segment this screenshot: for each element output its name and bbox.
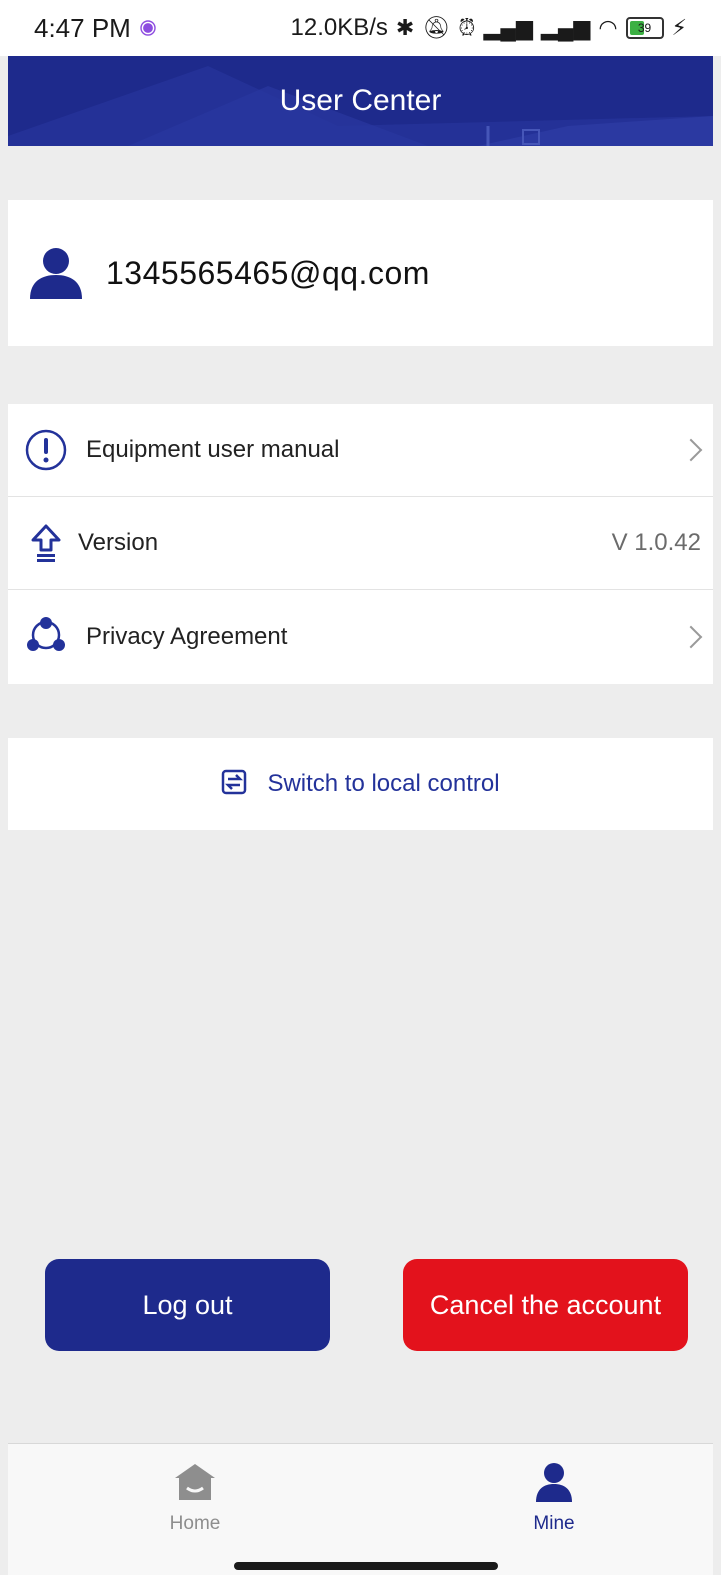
avatar-icon [28,245,84,301]
info-circle-icon [24,428,68,472]
alarm-icon: ⏰︎ [458,15,476,40]
person-icon [534,1462,574,1507]
status-left: 4:47 PM [34,13,157,44]
charging-icon: ⚡︎ [671,15,687,40]
switch-local-control-button[interactable]: Switch to local control [8,738,713,830]
upgrade-arrow-icon [24,521,68,565]
cancel-account-button[interactable]: Cancel the account [403,1259,688,1351]
bottom-tab-bar: Home Mine [8,1443,713,1575]
network-speed: 12.0KB/s [290,14,388,41]
menu-item-label: Version [78,529,159,556]
tab-home[interactable]: Home [135,1462,255,1535]
notification-icon [141,21,155,35]
logout-button[interactable]: Log out [45,1259,330,1351]
bluetooth-icon: ✱ [395,15,415,40]
share-nodes-icon [24,615,68,659]
home-indicator[interactable] [234,1562,498,1570]
page-title: User Center [279,84,442,117]
signal-2-icon: ▂▄▆ [540,15,591,40]
menu-item-label: Equipment user manual [86,436,340,463]
status-time: 4:47 PM [34,12,131,43]
home-icon [173,1462,217,1507]
switch-local-control-label: Switch to local control [267,770,500,797]
menu-item-version[interactable]: Version V 1.0.42 [8,497,713,590]
chevron-right-icon [679,625,703,648]
app-header: User Center [8,56,713,146]
menu-item-label: Privacy Agreement [86,622,288,650]
wifi-icon: ◠ [598,15,618,40]
status-right: 12.0KB/s ✱ 🔕︎ ⏰︎ ▂▄▆ ▂▄▆ ◠ 39 ⚡︎ [291,14,687,42]
user-email: 1345565465@qq.com [106,254,430,291]
settings-menu: Equipment user manual Version V 1.0.42 P… [8,404,713,684]
chevron-right-icon [679,438,703,462]
swap-icon [221,769,247,800]
version-value: V 1.0.42 [611,529,701,556]
tab-mine-label: Mine [533,1513,575,1534]
status-bar: 4:47 PM 12.0KB/s ✱ 🔕︎ ⏰︎ ▂▄▆ ▂▄▆ ◠ 39 ⚡︎ [0,0,721,56]
battery-icon: 39 [625,17,664,39]
signal-icon: ▂▄▆ [483,15,533,40]
mute-bell-icon: 🔕︎ [422,15,451,40]
menu-item-privacy-agreement[interactable]: Privacy Agreement [8,590,713,683]
tab-home-label: Home [169,1513,221,1534]
user-profile-panel: 1345565465@qq.com [8,200,713,346]
tab-mine[interactable]: Mine [494,1462,614,1535]
menu-item-user-manual[interactable]: Equipment user manual [8,404,713,497]
